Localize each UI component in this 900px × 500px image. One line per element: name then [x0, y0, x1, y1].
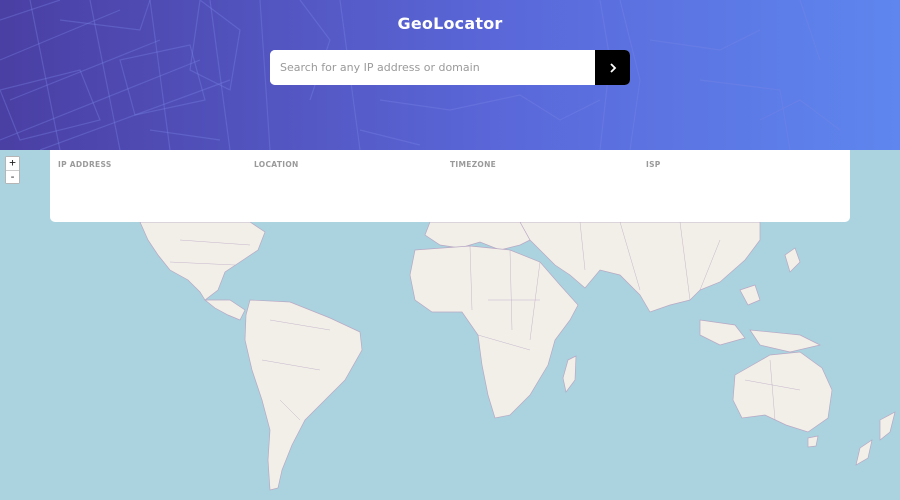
search-input[interactable]: [270, 50, 595, 85]
ip-info-card: IP ADDRESS LOCATION TIMEZONE ISP: [50, 150, 850, 222]
zoom-in-button[interactable]: +: [6, 157, 19, 170]
isp-label: ISP: [646, 160, 661, 169]
timezone-value: [450, 175, 646, 191]
timezone-label: TIMEZONE: [450, 160, 497, 169]
location-section: LOCATION: [254, 160, 450, 212]
isp-section: ISP: [646, 160, 842, 212]
zoom-control: + -: [5, 156, 20, 184]
header: GeoLocator: [0, 0, 900, 150]
ip-address-value: [58, 175, 254, 191]
ip-address-label: IP ADDRESS: [58, 160, 112, 169]
location-label: LOCATION: [254, 160, 299, 169]
chevron-right-icon: [609, 62, 616, 73]
search-form: [270, 50, 630, 85]
app-title: GeoLocator: [397, 14, 503, 33]
search-submit-button[interactable]: [595, 50, 630, 85]
isp-value: [646, 175, 842, 191]
ip-address-section: IP ADDRESS: [58, 160, 254, 212]
timezone-section: TIMEZONE: [450, 160, 646, 212]
location-value: [254, 175, 450, 191]
zoom-out-button[interactable]: -: [6, 170, 19, 183]
